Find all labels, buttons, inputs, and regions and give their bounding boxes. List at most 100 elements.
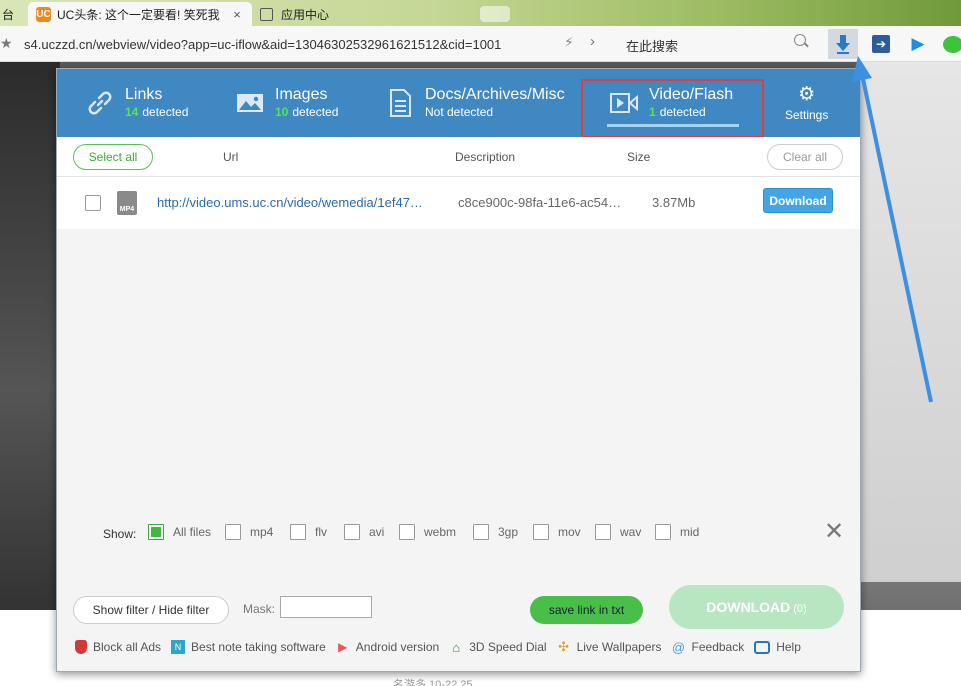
bottom-action-bar: Show filter / Hide filter Mask: save lin… xyxy=(57,585,860,635)
filter-mp4[interactable]: mp4 xyxy=(225,524,273,540)
footer-label: Feedback xyxy=(691,640,745,654)
column-url: Url xyxy=(223,150,239,164)
document-icon xyxy=(390,89,411,117)
shield-icon xyxy=(75,640,87,654)
filter-checkbox[interactable] xyxy=(225,524,241,540)
new-tab-button[interactable] xyxy=(480,6,510,22)
file-type-filter: Show: All files mp4 flv avi webm 3gp mov… xyxy=(57,517,860,553)
row-url-link[interactable]: http://video.ums.uc.cn/video/wemedia/1ef… xyxy=(157,195,449,210)
bookmark-star-icon[interactable]: ★ xyxy=(0,35,13,52)
filter-webm[interactable]: webm xyxy=(399,524,456,540)
settings-button[interactable]: ⚙ Settings xyxy=(785,69,828,137)
uc-favicon-icon: UC xyxy=(36,6,51,22)
table-row: MP4 http://video.ums.uc.cn/video/wemedia… xyxy=(57,177,860,229)
chat-bubble-icon xyxy=(943,35,961,53)
filter-3gp[interactable]: 3gp xyxy=(473,524,518,540)
mp4-file-icon: MP4 xyxy=(117,191,137,215)
arrow-right-icon: ➔ xyxy=(872,35,890,53)
download-all-label: DOWNLOAD xyxy=(706,599,791,615)
footer-label: Android version xyxy=(355,640,440,654)
filter-checkbox[interactable] xyxy=(344,524,360,540)
tab-images[interactable]: Images 10 detected xyxy=(235,69,338,137)
column-description: Description xyxy=(455,150,516,164)
chevron-right-icon[interactable]: › xyxy=(590,33,595,50)
tab-docs[interactable]: Docs/Archives/Misc Not detected xyxy=(385,69,565,137)
column-header-row: Select all Url Description Size Clear al… xyxy=(57,137,860,177)
note-icon: N xyxy=(171,640,186,654)
filter-checkbox[interactable] xyxy=(533,524,549,540)
close-tab-icon[interactable]: × xyxy=(230,7,244,22)
clear-all-button[interactable]: Clear all xyxy=(767,144,843,170)
filter-checkbox[interactable] xyxy=(290,524,306,540)
filter-mov[interactable]: mov xyxy=(533,524,581,540)
panel-footer-links: Block all Ads N Best note taking software… xyxy=(57,635,860,659)
page-footer-text: 名游多 10-22 25 xyxy=(393,679,473,686)
images-count: 10 xyxy=(275,105,289,119)
note-software-link[interactable]: N Best note taking software xyxy=(171,640,326,654)
filter-all-files[interactable]: All files xyxy=(148,524,211,540)
play-store-icon: ▶ xyxy=(338,640,348,654)
download-manager-panel: Links 14 detected Images 10 detected Doc… xyxy=(56,68,861,672)
select-all-button[interactable]: Select all xyxy=(73,144,153,170)
filter-checkbox[interactable] xyxy=(399,524,415,540)
url-field[interactable]: s4.uczzd.cn/webview/video?app=uc-iflow&a… xyxy=(24,37,501,52)
filter-mid[interactable]: mid xyxy=(655,524,699,540)
browser-tab-active[interactable]: UC UC头条: 这个一定要看! 笑死我 × xyxy=(28,2,252,26)
chat-extension-icon[interactable] xyxy=(938,29,961,59)
download-extension-icon[interactable] xyxy=(828,29,858,59)
filter-label: mid xyxy=(680,525,700,539)
share-extension-icon[interactable]: ➔ xyxy=(866,29,896,59)
row-description: c8ce900c-98fa-11e6-ac54… xyxy=(458,195,622,210)
speed-dial-link[interactable]: ⌂ 3D Speed Dial xyxy=(449,640,546,655)
filter-label: All files xyxy=(173,525,212,539)
tab-links[interactable]: Links 14 detected xyxy=(85,69,188,137)
mask-input[interactable] xyxy=(280,596,372,618)
filter-checkbox[interactable] xyxy=(473,524,489,540)
row-download-button[interactable]: Download xyxy=(763,188,833,213)
image-icon xyxy=(237,94,263,112)
filter-checkbox[interactable] xyxy=(595,524,611,540)
footer-label: Live Wallpapers xyxy=(576,640,662,654)
search-input[interactable]: 在此搜索 xyxy=(616,31,816,55)
play-extension-icon[interactable]: ▶ xyxy=(903,29,933,59)
links-status: detected xyxy=(142,105,189,119)
filter-wav[interactable]: wav xyxy=(595,524,641,540)
feedback-link[interactable]: @ Feedback xyxy=(672,640,745,655)
tab-title: 台 xyxy=(2,7,15,22)
address-bar: ★ s4.uczzd.cn/webview/video?app=uc-iflow… xyxy=(0,26,961,62)
tab-title: 应用中心 xyxy=(281,7,330,22)
block-ads-link[interactable]: Block all Ads xyxy=(75,640,161,654)
save-link-txt-button[interactable]: save link in txt xyxy=(530,596,643,624)
filter-checkbox[interactable] xyxy=(148,524,164,540)
column-size: Size xyxy=(627,150,651,164)
gear-icon: ⚙ xyxy=(798,83,816,105)
download-arrow-icon xyxy=(836,35,850,54)
background-highlight xyxy=(860,62,961,582)
mask-label: Mask: xyxy=(243,602,276,616)
filter-label: flv xyxy=(315,525,327,539)
filter-checkbox[interactable] xyxy=(655,524,671,540)
lightning-icon[interactable]: ⚡ xyxy=(564,34,574,51)
browser-tab-app-center[interactable]: 应用中心 xyxy=(252,2,470,26)
links-count: 14 xyxy=(125,105,139,119)
filter-flv[interactable]: flv xyxy=(290,524,327,540)
footer-label: Best note taking software xyxy=(191,640,326,654)
highlight-box xyxy=(581,79,764,138)
images-status: detected xyxy=(292,105,339,119)
filter-label: mp4 xyxy=(250,525,274,539)
android-version-link[interactable]: ▶ Android version xyxy=(336,640,439,654)
panel-header: Links 14 detected Images 10 detected Doc… xyxy=(57,69,860,138)
link-icon xyxy=(88,91,112,115)
filter-label: avi xyxy=(369,525,385,539)
browser-tab-partial[interactable]: 台 xyxy=(0,2,22,26)
search-icon[interactable] xyxy=(794,34,806,46)
close-filter-icon[interactable]: ✕ xyxy=(824,520,844,544)
live-wallpapers-link[interactable]: ✣ Live Wallpapers xyxy=(557,639,662,654)
download-all-button[interactable]: DOWNLOAD (0) xyxy=(669,585,844,629)
browser-tab-bar: 台 UC UC头条: 这个一定要看! 笑死我 × 应用中心 xyxy=(0,0,961,26)
help-link[interactable]: Help xyxy=(754,640,801,654)
row-checkbox[interactable] xyxy=(85,195,101,211)
toggle-filter-button[interactable]: Show filter / Hide filter xyxy=(73,596,229,624)
footer-label: Block all Ads xyxy=(93,640,162,654)
filter-avi[interactable]: avi xyxy=(344,524,384,540)
